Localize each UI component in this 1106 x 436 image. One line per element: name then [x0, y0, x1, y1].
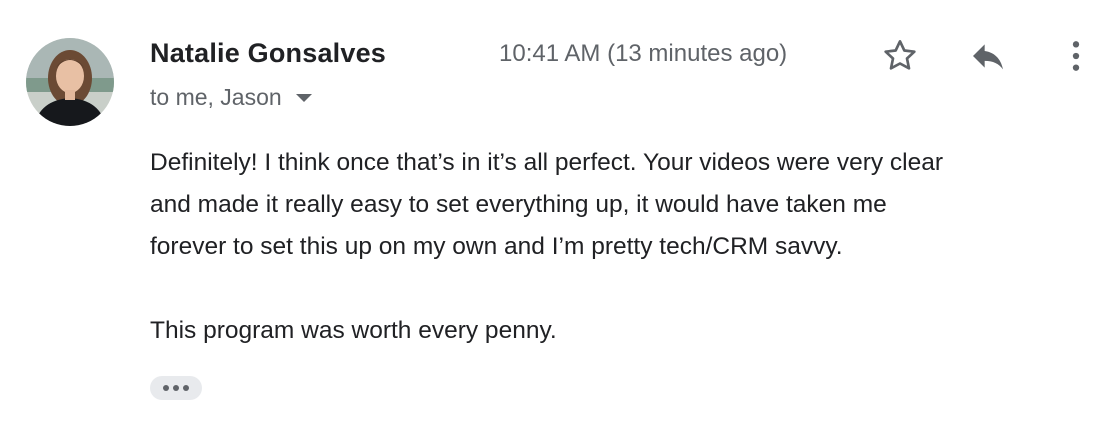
caret-down-icon[interactable]	[295, 93, 312, 102]
recipients-label: to me, Jason	[150, 84, 282, 110]
email-message: Natalie Gonsalves to me, Jason 10:41 AM …	[0, 0, 1106, 436]
reply-arrow-icon	[973, 44, 1003, 70]
body-line: forever to set this up on my own and I’m…	[150, 233, 843, 260]
sender-name[interactable]: Natalie Gonsalves	[150, 38, 386, 69]
reply-button[interactable]	[968, 36, 1008, 76]
recipients-toggle[interactable]: to me, Jason	[150, 84, 312, 111]
body-line: This program was worth every penny.	[150, 317, 557, 344]
show-trimmed-content-button[interactable]	[150, 376, 202, 400]
more-options-button[interactable]	[1056, 36, 1096, 76]
sender-avatar[interactable]	[26, 38, 114, 126]
avatar-photo-icon	[26, 38, 114, 126]
body-line: and made it really easy to set everythin…	[150, 191, 887, 218]
ellipsis-icon	[183, 385, 189, 391]
vertical-dots-icon	[1072, 41, 1080, 71]
body-line: Definitely! I think once that’s in it’s …	[150, 149, 944, 176]
star-button[interactable]	[880, 36, 920, 76]
star-outline-icon	[884, 40, 916, 70]
message-body: Definitely! I think once that’s in it’s …	[150, 142, 1090, 352]
ellipsis-icon	[173, 385, 179, 391]
ellipsis-icon	[163, 385, 169, 391]
message-timestamp: 10:41 AM (13 minutes ago)	[499, 40, 788, 67]
